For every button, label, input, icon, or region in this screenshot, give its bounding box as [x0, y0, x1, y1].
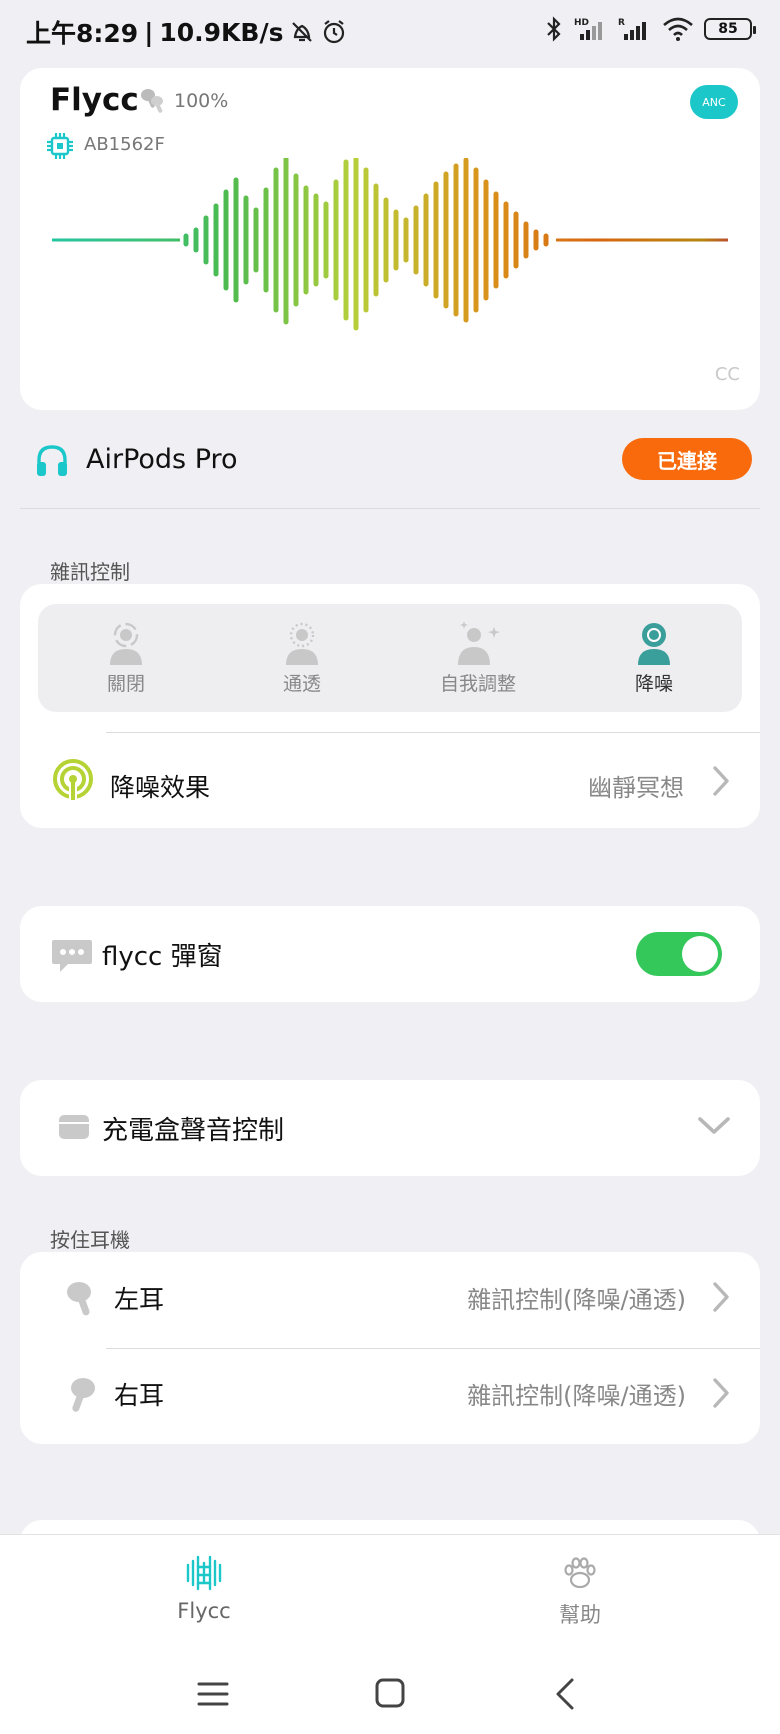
alarm-icon: [324, 20, 345, 44]
status-separator: |: [144, 17, 154, 47]
status-bar: 上午8:29 | 10.9KB/s HD R 85: [0, 0, 780, 66]
mode-anc[interactable]: 降噪: [566, 604, 742, 712]
popup-card: flycc 彈窗: [20, 906, 760, 1002]
bottom-tab-bar: Flycc 幫助: [0, 1534, 780, 1734]
signal-hd-icon: HD: [574, 18, 602, 40]
anc-effect-label: 降噪效果: [110, 773, 211, 802]
status-left: 上午8:29 | 10.9KB/s: [26, 14, 347, 50]
chevron-right-icon: [713, 766, 729, 796]
anc-effect-value: 幽靜冥想: [588, 774, 684, 802]
press-hold-card: 左耳 雜訊控制(降噪/通透) 右耳 雜訊控制(降噪/通透): [20, 1252, 760, 1444]
device-name: AirPods Pro: [86, 444, 238, 475]
adaptive-person-icon: [458, 620, 500, 665]
device-hero-card: Flycc 100% AB1562F ANC CC: [20, 68, 760, 410]
anc-person-icon: [638, 622, 670, 665]
bluetooth-icon: [547, 16, 561, 42]
chevron-right-icon: [713, 1282, 729, 1312]
svg-text:R: R: [618, 18, 625, 28]
divider: [20, 508, 760, 509]
mode-adaptive-label: 自我調整: [439, 672, 516, 695]
bell-off-icon: [292, 22, 313, 42]
transparency-person-icon: [286, 622, 318, 665]
mode-off-label: 關閉: [106, 672, 145, 695]
popup-toggle[interactable]: [636, 932, 722, 976]
divider: [106, 732, 760, 733]
headphones-icon: [37, 445, 67, 476]
left-ear-row[interactable]: 左耳 雜訊控制(降噪/通透): [20, 1252, 760, 1348]
footer-cc: CC: [714, 364, 740, 385]
press-hold-section-title: 按住耳機: [50, 1228, 130, 1252]
mode-anc-label: 降噪: [634, 672, 673, 695]
paw-icon: [564, 1557, 596, 1589]
chip-icon: [47, 133, 73, 159]
right-ear-value: 雜訊控制(降噪/通透): [467, 1382, 686, 1410]
right-earbud-icon: [71, 1378, 95, 1412]
chevron-right-icon: [713, 1378, 729, 1408]
svg-text:HD: HD: [574, 18, 589, 28]
left-earbud-icon: [67, 1282, 91, 1316]
mode-adaptive[interactable]: 自我調整: [390, 604, 566, 712]
app-title: Flycc: [50, 82, 139, 118]
chevron-down-icon[interactable]: [696, 1110, 732, 1140]
status-network-speed: 10.9KB/s: [159, 17, 284, 47]
popup-label: flycc 彈窗: [102, 942, 223, 972]
chip-model: AB1562F: [84, 134, 165, 155]
mode-transparency[interactable]: 通透: [214, 604, 390, 712]
noise-control-card: 關閉 通透 自我調整 降噪 降噪效果 幽靜冥想: [20, 584, 760, 828]
tab-flycc[interactable]: Flycc: [104, 1553, 304, 1623]
recent-apps-icon[interactable]: [196, 1679, 230, 1709]
battery-icon: 85: [704, 18, 756, 40]
wifi-icon: [663, 17, 693, 41]
right-ear-label: 右耳: [114, 1381, 165, 1410]
left-ear-label: 左耳: [114, 1285, 165, 1314]
case-sound-card[interactable]: 充電盒聲音控制: [20, 1080, 760, 1176]
system-nav-bar: [0, 1667, 780, 1727]
case-sound-label: 充電盒聲音控制: [102, 1116, 285, 1146]
tab-flycc-label: Flycc: [177, 1599, 231, 1623]
anc-badge: ANC: [690, 85, 738, 119]
connected-button[interactable]: 已連接: [622, 438, 752, 480]
flycc-logo-icon: [186, 1555, 222, 1591]
noise-mode-selector: 關閉 通透 自我調整 降噪: [38, 604, 742, 712]
audio-waveform-logo: [52, 158, 728, 331]
anc-effect-icon: [53, 759, 93, 800]
status-right: HD R 85: [544, 16, 756, 42]
earbuds-battery: 100%: [174, 90, 229, 112]
battery-level: 85: [718, 21, 738, 37]
device-row[interactable]: AirPods Pro 已連接: [20, 430, 760, 500]
tab-help[interactable]: 幫助: [480, 1553, 680, 1629]
left-ear-value: 雜訊控制(降噪/通透): [467, 1286, 686, 1314]
tab-help-label: 幫助: [559, 1603, 601, 1627]
charging-case-icon: [59, 1115, 89, 1139]
earbuds-icon: [141, 89, 163, 113]
noise-control-section-title: 雜訊控制: [50, 560, 130, 584]
signal-r-icon: R: [618, 18, 646, 40]
off-person-icon: [110, 622, 142, 665]
mode-off[interactable]: 關閉: [38, 604, 214, 712]
status-time: 上午8:29: [26, 19, 139, 48]
right-ear-row[interactable]: 右耳 雜訊控制(降噪/通透): [20, 1348, 760, 1444]
back-icon[interactable]: [552, 1677, 578, 1711]
home-icon[interactable]: [374, 1677, 406, 1709]
toggle-knob: [682, 936, 718, 972]
chat-bubble-icon: [52, 940, 92, 972]
anc-effect-row[interactable]: 降噪效果 幽靜冥想: [20, 734, 760, 828]
mode-transparency-label: 通透: [282, 672, 321, 695]
